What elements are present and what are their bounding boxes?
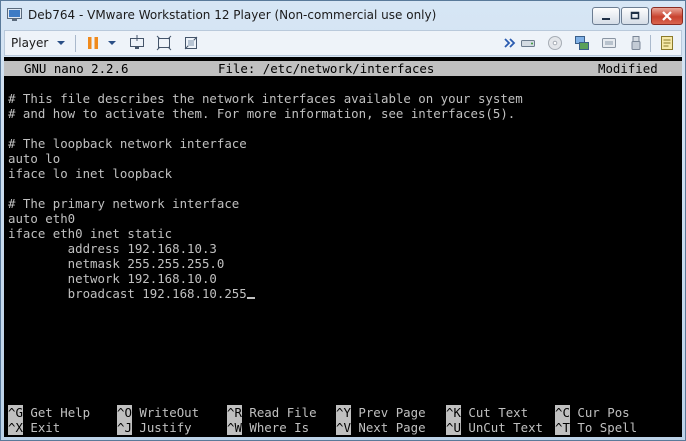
fit-guest-icon[interactable] xyxy=(156,35,172,51)
editor-line: # The primary network interface xyxy=(8,196,240,211)
guest-console[interactable]: GNU nano 2.2.6 File: /etc/network/interf… xyxy=(4,57,682,437)
shortcut-key: ^U xyxy=(446,420,461,435)
editor-line: iface eth0 inet static xyxy=(8,226,173,241)
window-title: Deb764 - VMware Workstation 12 Player (N… xyxy=(28,8,437,22)
chevron-down-icon[interactable] xyxy=(108,41,116,45)
editor-line-current: broadcast 192.168.10.255 xyxy=(8,286,255,301)
sound-icon[interactable] xyxy=(601,35,617,51)
forward-icon[interactable] xyxy=(502,35,518,51)
shortcut-writeout: ^O WriteOut xyxy=(117,405,199,420)
shortcut-to-spell: ^T To Spell xyxy=(555,420,637,435)
shortcut-key: ^W xyxy=(227,420,242,435)
shortcut-label: Next Page xyxy=(358,420,426,435)
editor-line: # The loopback network interface xyxy=(8,136,247,151)
unity-icon[interactable] xyxy=(183,35,199,51)
nano-filename: File: /etc/network/interfaces xyxy=(218,61,435,76)
shortcut-label: To Spell xyxy=(577,420,638,435)
editor-line: auto eth0 xyxy=(8,211,76,226)
toolbar: Player xyxy=(4,30,682,56)
shortcut-label: UnCut Text xyxy=(468,420,543,435)
editor-line: netmask 255.255.255.0 xyxy=(8,256,225,271)
shortcut-next-page: ^V Next Page xyxy=(336,420,426,435)
text-cursor xyxy=(246,297,255,299)
shortcut-cur-pos: ^C Cur Pos xyxy=(555,405,630,420)
shortcut-key: ^O xyxy=(117,405,132,420)
shortcut-label: Where Is xyxy=(249,420,310,435)
editor-line: network 192.168.10.0 xyxy=(8,271,217,286)
shortcut-read-file: ^R Read File xyxy=(227,405,317,420)
shortcut-label: WriteOut xyxy=(139,405,200,420)
vmware-app-icon xyxy=(7,8,22,21)
shortcut-prev-page: ^Y Prev Page xyxy=(336,405,426,420)
shortcut-key: ^R xyxy=(227,405,242,420)
shortcut-get-help: ^G Get Help xyxy=(8,405,90,420)
editor-line: # This file describes the network interf… xyxy=(8,91,523,106)
shortcut-label: Cur Pos xyxy=(577,405,630,420)
network-icon[interactable] xyxy=(574,35,590,51)
close-button[interactable] xyxy=(651,7,683,25)
shortcut-key: ^X xyxy=(8,420,23,435)
shortcut-uncut-text: ^U UnCut Text xyxy=(446,420,543,435)
cd-icon[interactable] xyxy=(547,35,563,51)
vmware-window: Deb764 - VMware Workstation 12 Player (N… xyxy=(0,0,686,441)
editor-line: iface lo inet loopback xyxy=(8,166,173,181)
minimize-icon xyxy=(602,18,610,20)
shortcut-label: Cut Text xyxy=(468,405,529,420)
shortcut-key: ^T xyxy=(555,420,570,435)
send-ctrl-alt-del-icon[interactable] xyxy=(129,35,145,51)
shortcut-key: ^J xyxy=(117,420,132,435)
chevron-down-icon[interactable] xyxy=(57,41,65,45)
player-menu-button[interactable]: Player xyxy=(11,35,48,52)
shortcut-key: ^V xyxy=(336,420,351,435)
title-bar[interactable]: Deb764 - VMware Workstation 12 Player (N… xyxy=(1,1,685,29)
shortcut-exit: ^X Exit xyxy=(8,420,60,435)
toolbar-separator xyxy=(650,35,651,52)
minimize-button[interactable] xyxy=(592,7,620,25)
shortcut-key: ^C xyxy=(555,405,570,420)
toolbar-separator xyxy=(75,35,76,52)
shortcut-label: Get Help xyxy=(30,405,91,420)
pause-icon[interactable] xyxy=(85,35,101,51)
shortcut-key: ^Y xyxy=(336,405,351,420)
shortcut-label: Read File xyxy=(249,405,317,420)
usb-icon[interactable] xyxy=(628,35,644,51)
hdd-icon[interactable] xyxy=(520,35,536,51)
editor-line: auto lo xyxy=(8,151,61,166)
editor-line: # and how to activate them. For more inf… xyxy=(8,106,516,121)
shortcut-justify: ^J Justify xyxy=(117,420,192,435)
nano-header-bar: GNU nano 2.2.6 File: /etc/network/interf… xyxy=(4,61,682,76)
shortcut-cut-text: ^K Cut Text xyxy=(446,405,528,420)
maximize-icon xyxy=(630,11,640,20)
shortcut-label: Prev Page xyxy=(358,405,426,420)
player-menu-label: Player xyxy=(11,36,49,50)
shortcut-label: Exit xyxy=(30,420,61,435)
editor-line: address 192.168.10.3 xyxy=(8,241,217,256)
close-icon xyxy=(662,11,672,21)
shortcut-key: ^G xyxy=(8,405,23,420)
nano-status: Modified xyxy=(598,61,658,76)
message-log-icon[interactable] xyxy=(659,35,675,51)
nano-version: GNU nano 2.2.6 xyxy=(24,61,129,76)
editor-line-text: broadcast 192.168.10.255 xyxy=(8,286,247,301)
shortcut-key: ^K xyxy=(446,405,461,420)
shortcut-label: Justify xyxy=(139,420,192,435)
maximize-button[interactable] xyxy=(621,7,649,25)
shortcut-where-is: ^W Where Is xyxy=(227,420,309,435)
